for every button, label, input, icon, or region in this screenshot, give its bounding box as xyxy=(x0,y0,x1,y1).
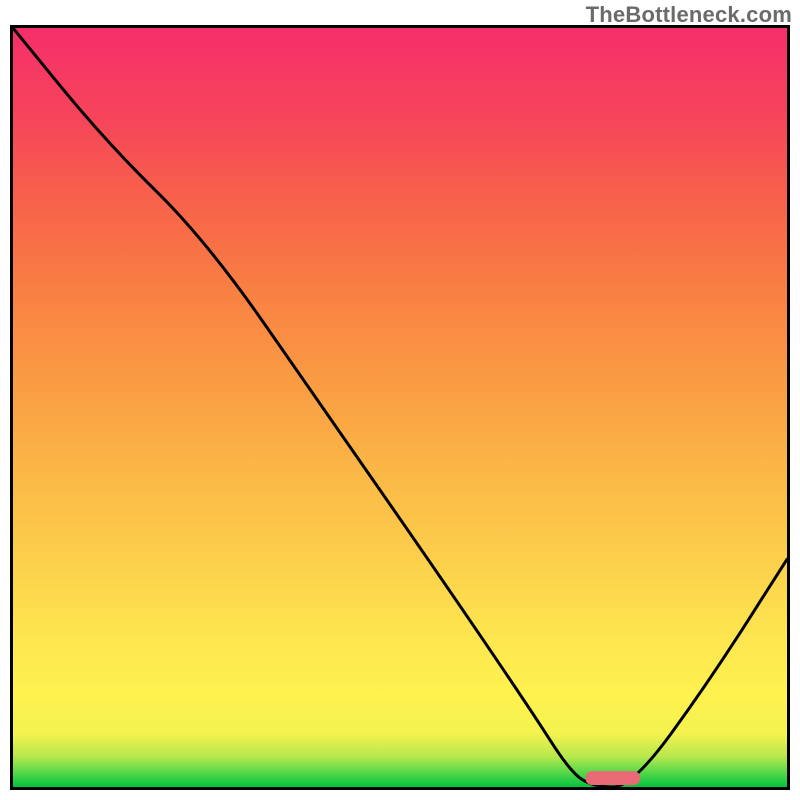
chart-stage: TheBottleneck.com xyxy=(0,0,800,800)
plot-area xyxy=(10,25,790,790)
bottleneck-curve xyxy=(13,28,787,787)
optimal-marker xyxy=(586,771,640,785)
curve-svg xyxy=(13,28,787,787)
